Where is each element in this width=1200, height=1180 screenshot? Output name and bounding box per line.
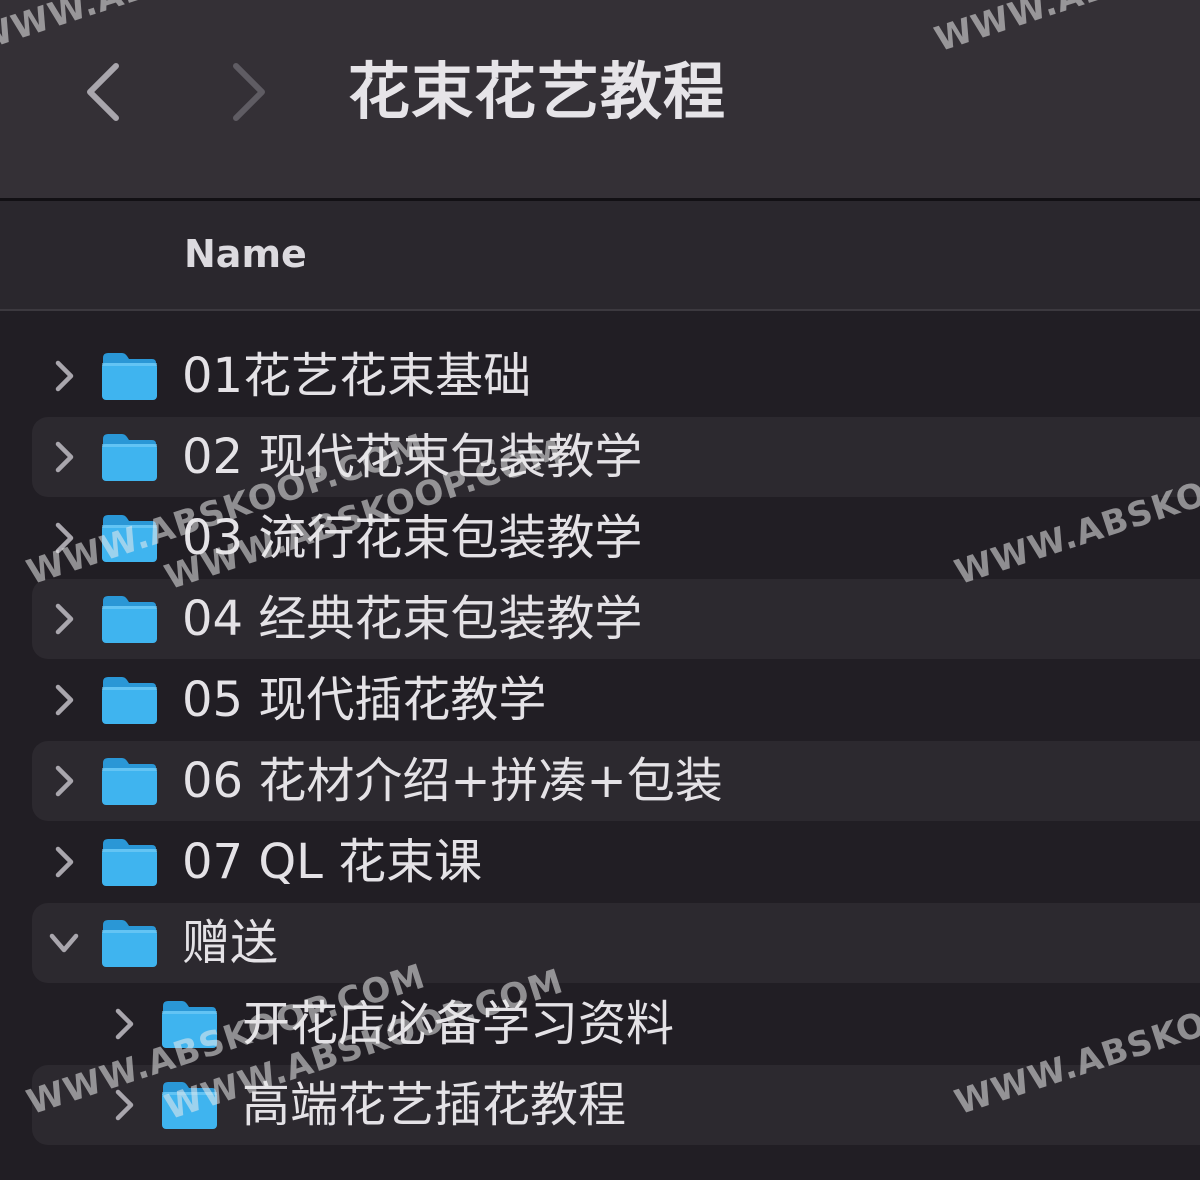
list-item-label: 高端花艺插花教程 — [242, 1077, 627, 1133]
list-item-label: 04 经典花束包装教学 — [182, 591, 643, 647]
disclosure-chevron-right-icon[interactable] — [46, 842, 82, 882]
list-item[interactable]: 06 花材介绍+拼凑+包装 — [32, 741, 1200, 821]
list-item-label: 01花艺花束基础 — [182, 348, 532, 404]
disclosure-chevron-right-icon[interactable] — [106, 1085, 142, 1125]
disclosure-chevron-right-icon[interactable] — [106, 1004, 142, 1044]
file-list: 01花艺花束基础 02 现代花束包装教学 03 流行花束包装教学 04 经典花束包装教… — [0, 311, 1200, 1180]
list-item-label: 06 花材介绍+拼凑+包装 — [182, 753, 723, 809]
forward-button[interactable] — [218, 52, 278, 132]
list-item[interactable]: 高端花艺插花教程 — [32, 1065, 1200, 1145]
chevron-left-icon — [87, 63, 119, 121]
list-item-label: 07 QL 花束课 — [182, 834, 483, 890]
disclosure-chevron-right-icon[interactable] — [46, 518, 82, 558]
window-title: 花束花艺教程 — [348, 55, 727, 128]
title-bar: 花束花艺教程 — [0, 0, 1200, 201]
folder-icon — [160, 1079, 218, 1131]
disclosure-chevron-right-icon[interactable] — [46, 599, 82, 639]
folder-icon — [160, 998, 218, 1050]
finder-window: 花束花艺教程 Name 01花艺花束基础 02 现代花束包装教学 03 流行花束包装… — [0, 0, 1200, 1180]
list-item[interactable]: 03 流行花束包装教学 — [32, 498, 1200, 578]
column-header-name[interactable]: Name — [184, 229, 307, 279]
list-item[interactable]: 01花艺花束基础 — [32, 336, 1200, 416]
disclosure-chevron-down-icon[interactable] — [46, 923, 82, 963]
folder-icon — [100, 917, 158, 969]
back-button[interactable] — [74, 52, 134, 132]
folder-icon — [100, 755, 158, 807]
folder-icon — [100, 512, 158, 564]
folder-icon — [100, 431, 158, 483]
folder-icon — [100, 350, 158, 402]
column-header-row: Name — [0, 201, 1200, 311]
list-item[interactable]: 04 经典花束包装教学 — [32, 579, 1200, 659]
folder-icon — [100, 593, 158, 645]
list-item[interactable]: 赠送 — [32, 903, 1200, 983]
list-item-label: 05 现代插花教学 — [182, 672, 547, 728]
disclosure-chevron-right-icon[interactable] — [46, 437, 82, 477]
disclosure-chevron-right-icon[interactable] — [46, 680, 82, 720]
list-item[interactable]: 02 现代花束包装教学 — [32, 417, 1200, 497]
disclosure-chevron-right-icon[interactable] — [46, 761, 82, 801]
chevron-right-icon — [233, 63, 265, 121]
list-item-label: 赠送 — [182, 915, 279, 971]
disclosure-chevron-right-icon[interactable] — [46, 356, 82, 396]
list-item[interactable]: 07 QL 花束课 — [32, 822, 1200, 902]
folder-icon — [100, 674, 158, 726]
list-item[interactable]: 05 现代插花教学 — [32, 660, 1200, 740]
list-item-label: 03 流行花束包装教学 — [182, 510, 643, 566]
list-item[interactable]: 开花店必备学习资料 — [32, 984, 1200, 1064]
folder-icon — [100, 836, 158, 888]
list-item-label: 开花店必备学习资料 — [242, 996, 675, 1052]
list-item-label: 02 现代花束包装教学 — [182, 429, 643, 485]
